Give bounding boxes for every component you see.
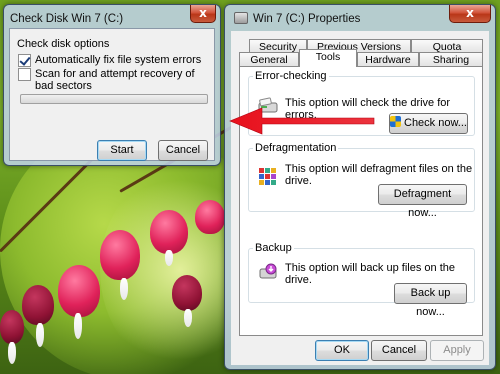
defragment-now-button[interactable]: Defragment now... [378, 184, 467, 219]
fix-errors-checkbox[interactable] [18, 54, 31, 67]
cancel-button[interactable]: Cancel [158, 140, 208, 161]
properties-title: Win 7 (C:) Properties [253, 13, 361, 25]
defragmentation-label: Defragmentation [253, 142, 339, 154]
properties-titlebar[interactable]: Win 7 (C:) Properties x [225, 5, 495, 31]
defragmentation-section: Defragmentation This option will defragm… [248, 142, 475, 219]
backup-section: Backup This option will back up files on… [248, 242, 475, 318]
drive-properties-dialog: Win 7 (C:) Properties x Security Previou… [224, 4, 496, 370]
check-disk-title: Check Disk Win 7 (C:) [10, 13, 124, 25]
cancel-button[interactable]: Cancel [371, 340, 427, 361]
ok-button[interactable]: OK [315, 340, 369, 361]
uac-shield-icon [390, 116, 401, 127]
scan-bad-sectors-label: Scan for and attempt recovery of bad sec… [35, 68, 195, 92]
check-disk-options-group: Check disk options Automatically fix fil… [17, 38, 208, 92]
check-disk-options-label: Check disk options [17, 38, 110, 50]
fix-errors-label: Automatically fix file system errors [35, 54, 202, 66]
check-disk-progress-bar [20, 94, 208, 104]
properties-client: Security Previous Versions Quota General… [231, 31, 489, 365]
close-icon: x [199, 6, 207, 20]
close-button[interactable]: x [190, 5, 216, 23]
check-now-label: Check now... [404, 117, 467, 129]
close-icon: x [466, 6, 474, 20]
check-now-button[interactable]: Check now... [389, 113, 468, 134]
drive-icon [234, 12, 248, 24]
back-up-now-button[interactable]: Back up now... [394, 283, 467, 318]
backup-icon [259, 263, 277, 279]
tab-general[interactable]: General [239, 52, 299, 67]
close-button[interactable]: x [449, 5, 491, 23]
defrag-icon [259, 168, 276, 185]
tab-sharing[interactable]: Sharing [419, 52, 483, 67]
backup-label: Backup [253, 242, 294, 254]
error-checking-label: Error-checking [253, 70, 329, 82]
tab-hardware[interactable]: Hardware [357, 52, 419, 67]
red-arrow-icon [229, 107, 375, 135]
tab-tools[interactable]: Tools [299, 49, 357, 67]
start-button[interactable]: Start [97, 140, 147, 161]
check-disk-dialog: Check Disk Win 7 (C:) x Check disk optio… [3, 4, 221, 166]
check-disk-client: Check disk options Automatically fix fil… [9, 28, 215, 161]
apply-button[interactable]: Apply [430, 340, 484, 361]
scan-bad-sectors-checkbox[interactable] [18, 68, 31, 81]
